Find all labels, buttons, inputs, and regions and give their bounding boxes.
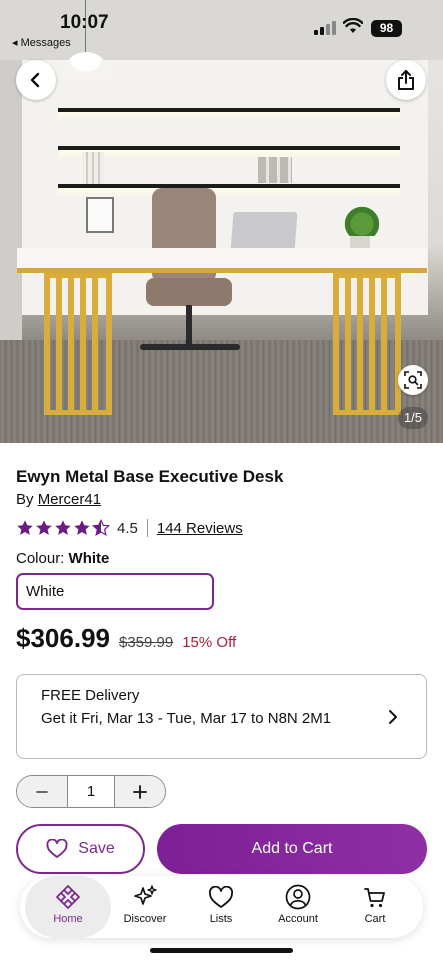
tab-cart-label: Cart	[364, 913, 386, 925]
image-shelf-glow	[58, 112, 400, 122]
byline-prefix: By	[16, 491, 38, 508]
chevron-right-icon	[389, 710, 397, 724]
decrease-quantity-button[interactable]	[17, 776, 67, 807]
bottom-tab-bar: Home Discover Lists Account Cart	[20, 876, 423, 938]
status-time: 10:07	[60, 12, 109, 33]
quantity-stepper: 1	[16, 775, 166, 808]
delivery-estimate: Get it Fri, Mar 13 - Tue, Mar 17 to N8N …	[41, 710, 332, 727]
rating-divider	[146, 519, 148, 537]
wifi-icon	[343, 18, 363, 33]
chevron-left-icon	[30, 72, 40, 88]
increase-quantity-button[interactable]	[115, 776, 165, 807]
add-to-cart-button[interactable]: Add to Cart	[157, 824, 427, 874]
account-icon	[285, 884, 311, 910]
image-counter: 1/5	[398, 407, 428, 429]
visual-search-button[interactable]	[398, 365, 428, 395]
image-plant	[340, 206, 384, 236]
save-button[interactable]: Save	[16, 824, 145, 874]
star-full-icon	[55, 520, 71, 535]
product-image[interactable]	[0, 0, 443, 443]
back-button[interactable]	[16, 60, 56, 100]
tab-discover-label: Discover	[123, 913, 167, 925]
discount-badge: 15% Off	[182, 634, 237, 651]
image-picture-frame	[86, 197, 114, 233]
colour-label: Colour: White	[16, 550, 109, 567]
cart-icon	[364, 888, 385, 908]
price-row: $306.99 $359.99 15% Off	[16, 623, 236, 654]
rating-row[interactable]: 4.5 144 Reviews	[16, 517, 243, 539]
image-laptop	[230, 212, 298, 252]
image-left-wall	[0, 60, 22, 340]
colour-selected-value: White	[68, 550, 110, 567]
image-books	[82, 152, 104, 184]
tab-lists-label: Lists	[209, 913, 233, 925]
image-shelf	[58, 184, 400, 188]
tab-account-label: Account	[278, 913, 318, 925]
image-shelf-glow	[58, 150, 400, 160]
save-label: Save	[78, 840, 115, 857]
tab-home[interactable]: Home	[25, 876, 111, 938]
product-byline: By Mercer41	[16, 491, 101, 508]
delivery-card[interactable]: FREE Delivery Get it Fri, Mar 13 - Tue, …	[16, 674, 427, 759]
original-price: $359.99	[118, 634, 174, 651]
image-desk-top	[17, 248, 427, 270]
tab-account[interactable]: Account	[260, 876, 336, 938]
tab-cart[interactable]: Cart	[337, 876, 413, 938]
star-full-icon	[17, 520, 33, 535]
visual-search-icon	[404, 371, 422, 389]
heart-outline-icon	[46, 839, 68, 858]
colour-option-white[interactable]: White	[16, 573, 214, 610]
quantity-value[interactable]: 1	[66, 776, 116, 807]
rating-value: 4.5	[117, 519, 138, 537]
star-half-icon	[92, 519, 110, 537]
current-price: $306.99	[16, 623, 110, 653]
cellular-signal-icon	[314, 21, 338, 35]
star-full-icon	[74, 520, 90, 535]
status-bar: 10:07 ◂ Messages 98	[0, 0, 443, 50]
image-desk-leg-right	[333, 273, 401, 415]
tab-lists[interactable]: Lists	[183, 876, 259, 938]
image-shelf	[58, 146, 400, 150]
reviews-link[interactable]: 144 Reviews	[157, 520, 243, 537]
share-button[interactable]	[386, 60, 426, 100]
delivery-title: FREE Delivery	[41, 687, 140, 704]
minus-icon	[35, 790, 48, 793]
plus-icon	[133, 784, 148, 799]
sparkle-icon	[134, 885, 157, 905]
image-books	[258, 157, 292, 183]
tab-home-label: Home	[53, 913, 83, 925]
image-chair-base	[140, 344, 240, 350]
image-desk-leg-left	[44, 273, 112, 415]
share-icon	[398, 70, 414, 90]
image-shelf	[58, 108, 400, 112]
heart-icon	[209, 886, 233, 908]
rating-stars	[16, 519, 111, 537]
star-full-icon	[36, 520, 52, 535]
back-to-messages[interactable]: ◂ Messages	[12, 36, 71, 49]
battery-indicator: 98	[371, 20, 402, 37]
brand-link[interactable]: Mercer41	[38, 491, 101, 508]
image-chair-seat	[146, 278, 232, 306]
home-indicator	[150, 948, 293, 953]
image-chair-stem	[186, 305, 192, 345]
tab-discover[interactable]: Discover	[107, 876, 183, 938]
colour-label-prefix: Colour:	[16, 550, 69, 567]
product-title: Ewyn Metal Base Executive Desk	[16, 467, 284, 486]
home-icon	[56, 885, 80, 909]
